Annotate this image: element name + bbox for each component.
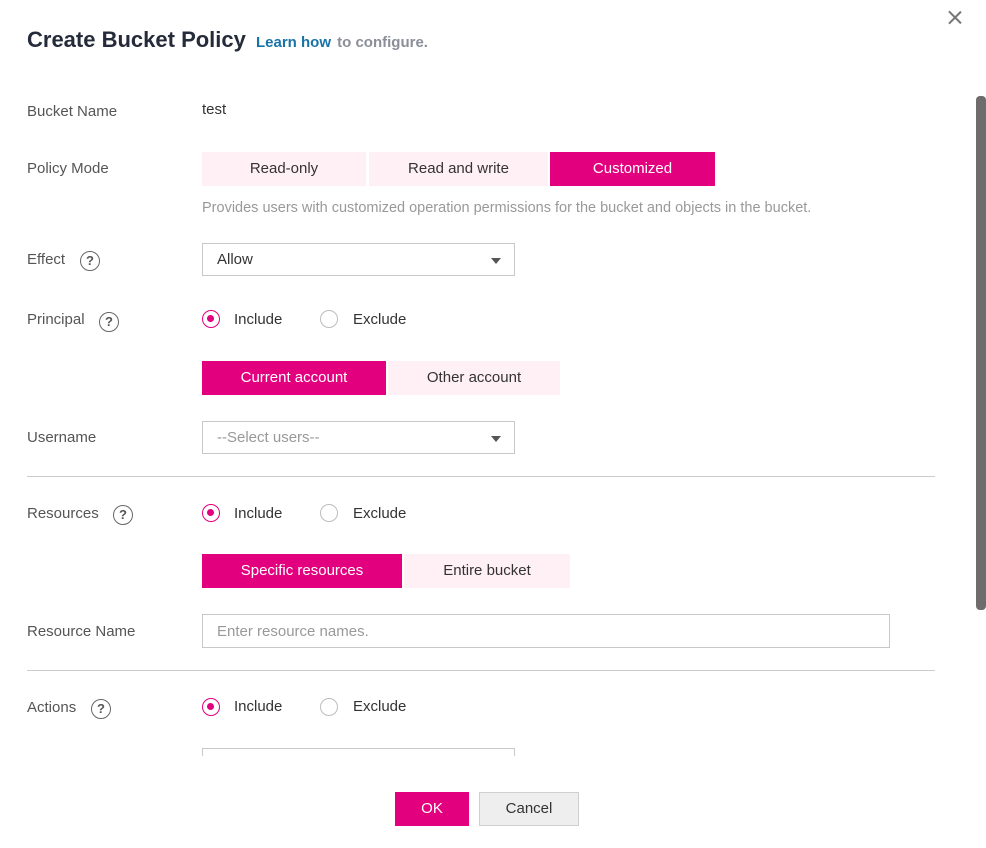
principal-label: Principal [27,311,85,328]
resources-exclude-radio[interactable] [320,504,338,522]
principal-exclude-label[interactable]: Exclude [353,311,406,328]
actions-exclude-label[interactable]: Exclude [353,698,406,715]
actions-include-label[interactable]: Include [234,698,282,715]
cancel-button[interactable]: Cancel [479,792,579,826]
effect-select-value: Allow [217,251,253,268]
principal-help-icon[interactable]: ? [99,312,119,332]
principal-include-radio[interactable] [202,310,220,328]
scrollbar-thumb[interactable] [976,96,986,610]
resource-name-label: Resource Name [27,623,136,640]
resources-exclude-label[interactable]: Exclude [353,505,406,522]
section-divider [27,476,935,477]
resources-label: Resources [27,505,99,522]
bucket-name-label: Bucket Name [27,103,118,120]
bucket-name-value: test [202,101,227,118]
learn-how-link[interactable]: Learn how [256,34,331,51]
effect-help-icon[interactable]: ? [80,251,100,271]
resources-include-label[interactable]: Include [234,505,282,522]
actions-help-icon[interactable]: ? [91,699,111,719]
tab-other-account[interactable]: Other account [388,361,560,395]
username-select-placeholder: --Select users-- [217,429,320,446]
resource-name-input[interactable] [202,614,890,648]
policy-mode-read-only[interactable]: Read-only [202,152,366,186]
resources-help-icon[interactable]: ? [113,505,133,525]
actions-exclude-radio[interactable] [320,698,338,716]
policy-mode-hint: Provides users with customized operation… [202,200,812,216]
section-divider [27,670,935,671]
actions-label: Actions [27,699,77,716]
username-label: Username [27,429,97,446]
learn-suffix-text: to configure. [337,34,428,51]
actions-include-radio[interactable] [202,698,220,716]
tab-current-account[interactable]: Current account [202,361,386,395]
chevron-down-icon [491,436,501,442]
principal-exclude-radio[interactable] [320,310,338,328]
effect-label: Effect [27,251,66,268]
ok-button[interactable]: OK [395,792,469,826]
dialog-title-text: Create Bucket Policy [27,27,246,52]
tab-entire-bucket[interactable]: Entire bucket [404,554,570,588]
policy-mode-label: Policy Mode [27,160,109,177]
resources-include-radio[interactable] [202,504,220,522]
effect-select[interactable]: Allow [202,243,515,276]
close-icon[interactable] [944,7,966,29]
actions-select-clipped[interactable] [202,748,515,756]
username-select[interactable]: --Select users-- [202,421,515,454]
dialog-title: Create Bucket Policy Learn how to config… [27,27,428,53]
tab-specific-resources[interactable]: Specific resources [202,554,402,588]
chevron-down-icon [491,258,501,264]
policy-mode-read-write[interactable]: Read and write [369,152,548,186]
principal-include-label[interactable]: Include [234,311,282,328]
policy-mode-customized[interactable]: Customized [550,152,715,186]
